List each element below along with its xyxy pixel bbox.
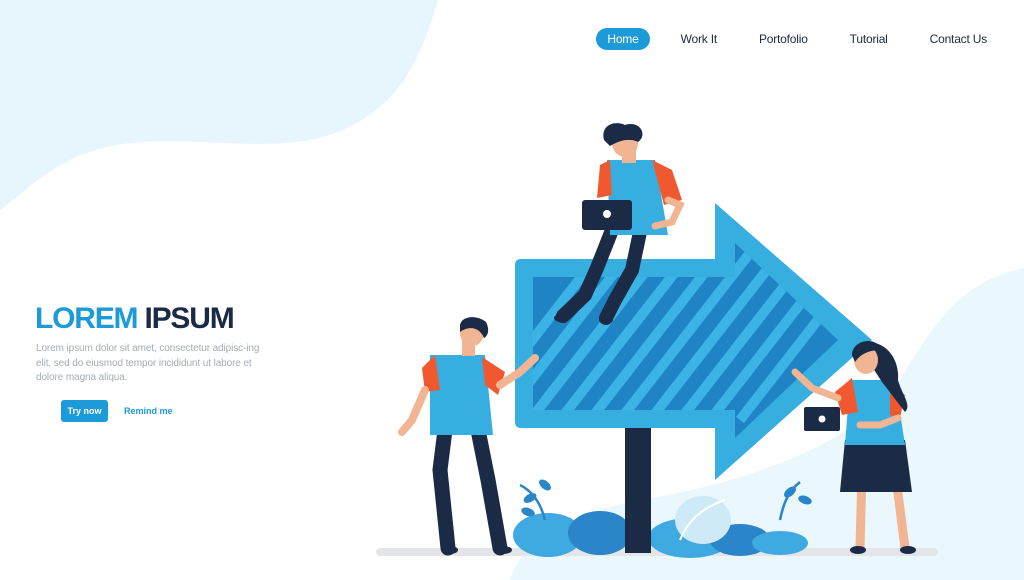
sign-post: [625, 425, 651, 553]
leaf-plants-icon: [513, 479, 812, 558]
hero-illustration: [376, 123, 938, 558]
arrow-signpost-icon: [515, 203, 872, 480]
